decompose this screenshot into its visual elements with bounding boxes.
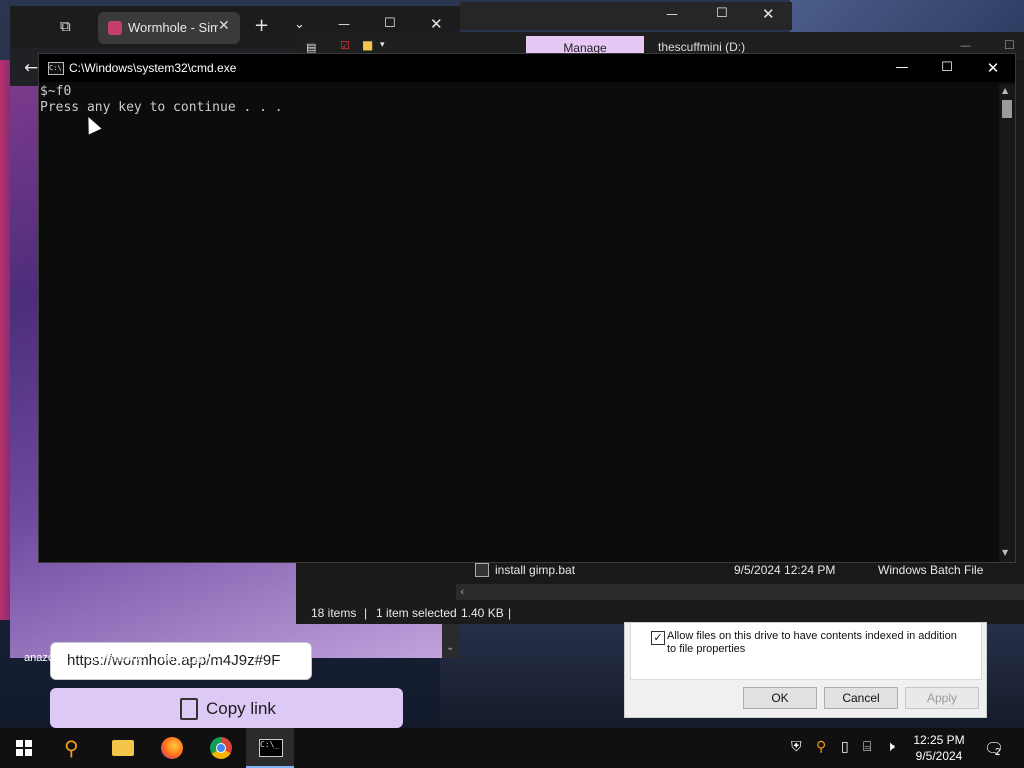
maximize-icon[interactable]: ☐ [716, 6, 728, 21]
back-arrow-icon[interactable]: ← [24, 58, 38, 78]
copy-link-label: Copy link [206, 699, 276, 718]
status-selected: 1 item selected [376, 606, 457, 620]
scroll-left-chevron-icon[interactable]: ‹ [460, 585, 464, 598]
scroll-up-arrow-icon[interactable]: ▲ [1002, 86, 1008, 95]
tab-close-icon[interactable]: ✕ [218, 18, 230, 34]
maximize-icon[interactable]: ☐ [927, 58, 967, 78]
security-shield-icon[interactable]: ⛨ [791, 739, 802, 755]
new-tab-icon[interactable]: + [254, 15, 269, 36]
status-divider: | [508, 606, 512, 620]
chrome-icon [210, 737, 232, 759]
taskbar-clock[interactable]: 12:25 PM 9/5/2024 [908, 732, 970, 764]
cancel-button[interactable]: Cancel [824, 687, 898, 709]
apply-button[interactable]: Apply [905, 687, 979, 709]
minimize-icon[interactable]: — [338, 17, 350, 31]
allow-indexing-label: Allow files on this drive to have conten… [667, 630, 957, 655]
clipboard-icon [180, 698, 198, 720]
cmd-vertical-scrollbar[interactable]: ▲ ▼ [999, 84, 1015, 562]
quick-access-dropdown-icon[interactable]: ▾ [380, 40, 385, 50]
command-prompt-window[interactable]: C:\ C:\Windows\system32\cmd.exe — ☐ ✕ $~… [38, 53, 1016, 563]
file-list-row[interactable]: install gimp.bat 9/5/2024 12:24 PM Windo… [471, 560, 1024, 580]
cmd-app-icon: C:\ [48, 62, 64, 75]
file-name: install gimp.bat [495, 563, 576, 577]
new-folder-icon[interactable]: ■ [362, 38, 373, 52]
minimize-icon[interactable]: — [960, 39, 971, 52]
scrollbar-thumb[interactable] [1002, 100, 1012, 118]
notification-count-badge: 2 [995, 747, 1001, 758]
terminal-icon: C:\_ [259, 739, 283, 757]
scroll-down-arrow-icon[interactable]: ▼ [1002, 548, 1008, 557]
clock-time: 12:25 PM [913, 733, 965, 747]
close-icon[interactable]: ✕ [762, 5, 775, 23]
cmd-window-title: C:\Windows\system32\cmd.exe [69, 61, 237, 75]
network-icon[interactable]: ⌸ [863, 739, 871, 755]
usb-device-icon[interactable]: ▯ [841, 739, 849, 755]
properties-general-panel: ✓ Allow files on this drive to have cont… [630, 623, 982, 680]
windows-logo-icon [16, 740, 32, 756]
tab-list-chevron-down-icon[interactable]: ⌄ [294, 17, 305, 32]
allow-indexing-checkbox[interactable]: ✓ [651, 631, 665, 645]
taskbar: ⚲ C:\_ ⛨ ⚲ ▯ ⌸ 🕨 12:25 PM 9/5/2024 🗨 2 [0, 728, 1024, 768]
status-item-count: 18 items [311, 606, 357, 620]
volume-muted-icon[interactable]: 🕨 [886, 739, 895, 755]
magnifier-icon: ⚲ [64, 736, 79, 760]
file-type: Windows Batch File [878, 563, 984, 577]
minimize-icon[interactable]: — [882, 58, 922, 78]
ok-button[interactable]: OK [743, 687, 817, 709]
maximize-icon[interactable]: ☐ [1004, 38, 1015, 52]
desktop-icon-label[interactable]: family_guy.... [160, 652, 224, 664]
taskbar-file-explorer[interactable] [99, 728, 147, 768]
close-icon[interactable]: ✕ [973, 58, 1013, 78]
taskbar-command-prompt[interactable]: C:\_ [246, 728, 294, 768]
drive-properties-dialog: ✓ Allow files on this drive to have cont… [624, 622, 987, 718]
explorer-status-bar: 18 items | 1 item selected 1.40 KB | [296, 602, 1024, 624]
cmd-console-output[interactable]: $~f0 Press any key to continue . . . [39, 84, 1000, 562]
batch-file-icon [475, 563, 489, 577]
search-tray-icon[interactable]: ⚲ [816, 739, 826, 755]
explorer-window-title: thescuffmini (D:) [658, 40, 746, 54]
horizontal-scrollbar[interactable]: ‹ [456, 584, 1024, 600]
wormhole-favicon-icon [108, 21, 122, 35]
status-divider: | [364, 606, 368, 620]
file-date-modified: 9/5/2024 12:24 PM [734, 563, 836, 577]
background-window-titlebar[interactable]: — ☐ ✕ [460, 2, 792, 30]
start-button[interactable] [0, 728, 48, 768]
maximize-icon[interactable]: ☐ [384, 16, 396, 31]
tab-actions-icon[interactable]: ⧉ [60, 17, 71, 35]
taskbar-chrome[interactable] [197, 728, 245, 768]
firefox-icon [161, 737, 183, 759]
minimize-icon[interactable]: — [666, 7, 678, 21]
taskbar-firefox[interactable] [148, 728, 196, 768]
properties-checkmark-icon[interactable]: ☑ [340, 39, 350, 52]
taskbar-search-app[interactable]: ⚲ [50, 728, 98, 768]
copy-link-button[interactable]: Copy link [50, 688, 403, 728]
close-icon[interactable]: ✕ [430, 15, 443, 33]
desktop-icon-label[interactable]: SoulseekQt [86, 652, 143, 664]
scroll-down-chevron-icon[interactable]: ⌄ [446, 642, 454, 653]
cmd-titlebar[interactable]: C:\ C:\Windows\system32\cmd.exe — ☐ ✕ [39, 54, 1015, 82]
desktop-icon-label[interactable]: anazc [24, 652, 53, 664]
browser-tab-title: Wormhole - Simple, private file sharing [128, 20, 218, 35]
clock-date: 9/5/2024 [915, 749, 963, 763]
browser-tab[interactable]: Wormhole - Simple, private file sharing … [98, 12, 240, 44]
status-selected-size: 1.40 KB [461, 606, 504, 620]
folder-icon [112, 740, 134, 756]
